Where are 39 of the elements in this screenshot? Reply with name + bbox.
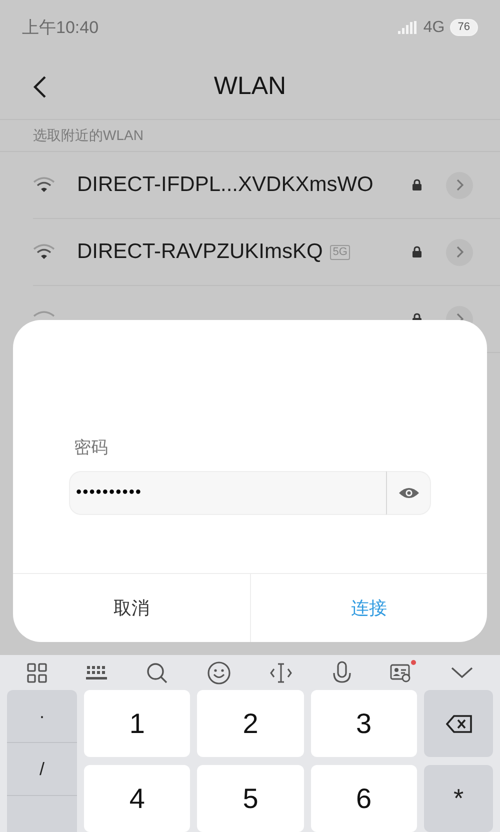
symbol-key[interactable]: / [7,743,77,796]
backspace-key[interactable] [424,690,493,757]
id-card-icon[interactable] [390,662,412,682]
search-icon[interactable] [146,662,168,684]
wifi-icon [33,244,55,260]
cancel-button[interactable]: 取消 [13,574,250,642]
eye-icon [398,486,420,500]
network-name[interactable]: DIRECT-RAVPZUKImsKQ [77,236,323,268]
backspace-icon [446,714,472,732]
network-type: 4G [423,18,445,38]
collapse-icon[interactable] [450,666,473,678]
number-key[interactable]: 3 [310,690,417,757]
signal-icon [398,20,418,34]
chevron-icon [456,246,464,258]
wifi-icon [33,177,55,193]
show-password-button[interactable] [386,471,431,515]
section-label: 选取附近的WLAN [33,126,144,145]
password-field[interactable]: •••••••••• [69,471,386,515]
chevron-icon [456,179,464,191]
number-key[interactable]: 2 [197,690,304,757]
number-key[interactable]: 5 [197,765,304,832]
page-title: WLAN [214,71,286,102]
number-key[interactable]: 4 [84,765,190,832]
number-key[interactable]: 6 [310,765,417,832]
number-key[interactable]: 1 [84,690,190,757]
symbol-key[interactable]: · [7,690,77,743]
keyboard-icon[interactable] [86,664,108,680]
band-badge: 5G [330,244,350,260]
cursor-icon[interactable] [269,662,294,684]
status-time: 上午10:40 [22,16,99,39]
battery-level: 76 [450,19,478,36]
grid-icon[interactable] [27,662,48,682]
wifi-icon [33,311,55,318]
asterisk-key[interactable]: * [424,765,493,832]
back-icon[interactable] [33,75,47,99]
field-label: 密码 [74,437,109,459]
microphone-icon[interactable] [332,660,352,684]
network-name[interactable]: DIRECT-IFDPL...XVDKXmsWO [77,169,374,201]
emoji-icon[interactable] [206,660,231,684]
